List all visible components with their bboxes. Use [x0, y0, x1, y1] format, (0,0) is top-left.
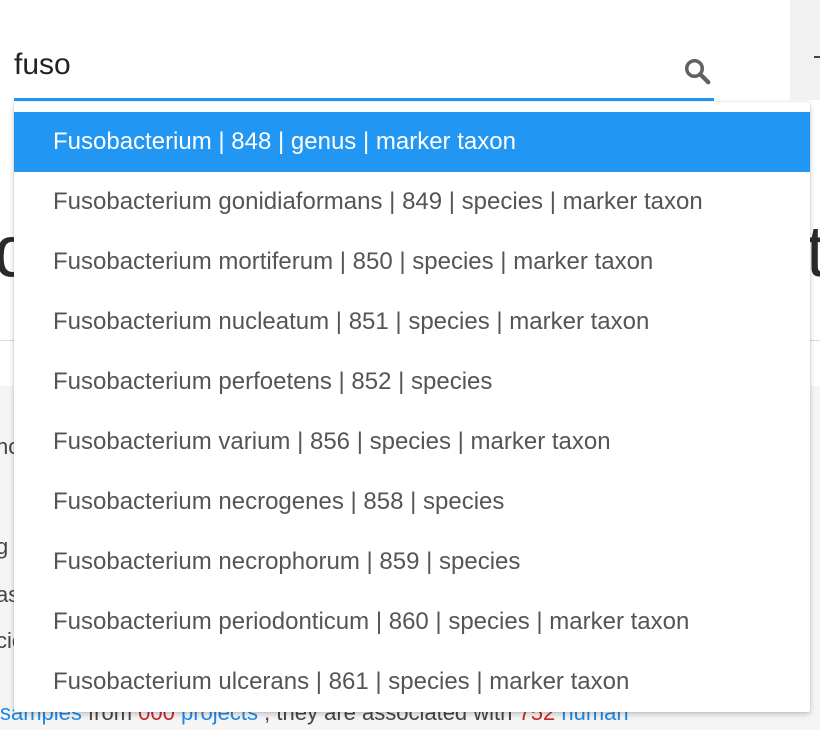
suggestion-item[interactable]: Fusobacterium perfoetens | 852 | species: [14, 352, 810, 412]
search-box: [14, 40, 714, 102]
suggestion-item[interactable]: Fusobacterium ulcerans | 861 | species |…: [14, 652, 810, 712]
suggestion-item[interactable]: Fusobacterium necrogenes | 858 | species: [14, 472, 810, 532]
suggestion-item[interactable]: Fusobacterium necrophorum | 859 | specie…: [14, 532, 810, 592]
autocomplete-dropdown: Fusobacterium | 848 | genus | marker tax…: [14, 102, 810, 712]
search-underline: [14, 98, 714, 101]
suggestion-item[interactable]: Fusobacterium mortiferum | 850 | species…: [14, 232, 810, 292]
search-icon[interactable]: [682, 56, 712, 86]
suggestion-item[interactable]: Fusobacterium varium | 856 | species | m…: [14, 412, 810, 472]
side-panel-edge: [790, 0, 820, 100]
suggestion-item[interactable]: Fusobacterium periodonticum | 860 | spec…: [14, 592, 810, 652]
text-fragment: g: [0, 534, 9, 559]
side-panel-glyph: [814, 56, 820, 58]
suggestion-list: Fusobacterium | 848 | genus | marker tax…: [14, 112, 810, 712]
suggestion-item[interactable]: Fusobacterium | 848 | genus | marker tax…: [14, 112, 810, 172]
suggestion-item[interactable]: Fusobacterium nucleatum | 851 | species …: [14, 292, 810, 352]
suggestion-item[interactable]: Fusobacterium gonidiaformans | 849 | spe…: [14, 172, 810, 232]
search-input[interactable]: [14, 40, 664, 90]
